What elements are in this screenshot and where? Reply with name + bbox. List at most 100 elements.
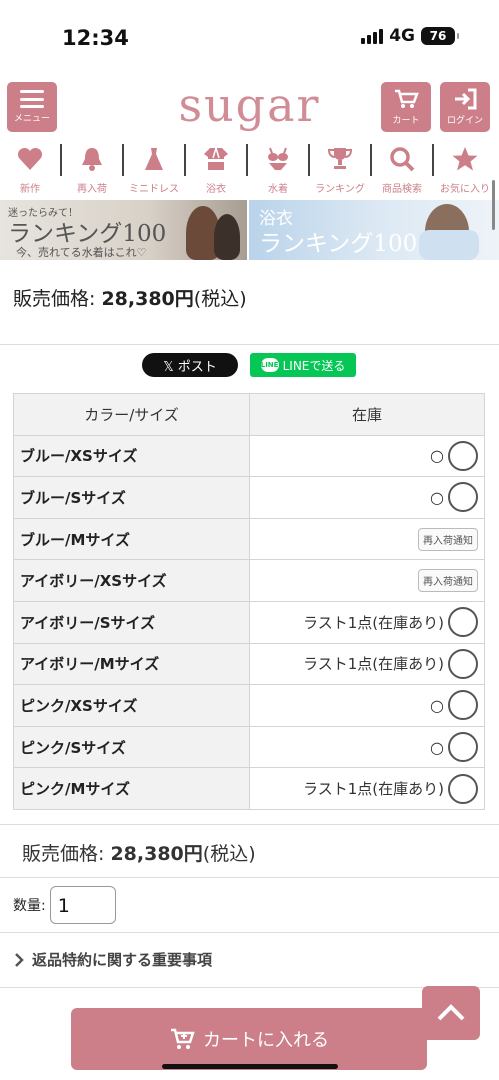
yukata-ranking-banner[interactable]: 浴衣 ランキング100 [249, 200, 499, 260]
select-variant-radio[interactable] [448, 732, 478, 763]
login-button[interactable]: ログイン [440, 82, 490, 132]
category-label: お気に入り [440, 184, 490, 194]
battery-icon: 76 [421, 27, 459, 45]
divider [0, 344, 499, 345]
category-ranking[interactable]: ランキング [310, 144, 372, 194]
stock-cell: ○ [249, 725, 485, 769]
line-icon: LINE [260, 358, 279, 372]
select-variant-radio[interactable] [448, 482, 478, 513]
category-label: 水着 [268, 184, 288, 194]
login-icon [455, 88, 477, 110]
category-minidress[interactable]: ミニドレス [124, 144, 186, 194]
quantity-label: 数量: [13, 897, 46, 914]
stock-cell: ○ [249, 684, 485, 727]
variant-name: ブルー/Mサイズ [13, 517, 250, 561]
category-restock[interactable]: 再入荷 [62, 144, 124, 194]
select-variant-radio[interactable] [448, 440, 478, 471]
table-row: ブルー/XSサイズ ○ [13, 434, 485, 478]
table-row: ピンク/XSサイズ ○ [13, 684, 485, 727]
category-nav: 新作 再入荷 ミニドレス 浴衣 水着 ランキング 商品検索 お気に入り [0, 144, 499, 194]
stock-status: ラスト1点(在庫あり) [303, 655, 444, 674]
stock-cell: ラスト1点(在庫あり) [249, 767, 485, 810]
category-favorites[interactable]: お気に入り [434, 144, 496, 194]
signal-icon [361, 28, 384, 44]
stock-cell: ○ [249, 434, 485, 478]
returns-policy-label: 返品特約に関する重要事項 [32, 951, 213, 970]
returns-policy-link[interactable]: 返品特約に関する重要事項 [0, 933, 499, 987]
stock-status: ○ [430, 737, 444, 757]
restock-notify-button[interactable]: 再入荷通知 [418, 569, 478, 593]
table-header-stock: 在庫 [249, 393, 485, 436]
category-new[interactable]: 新作 [0, 144, 62, 194]
network-type: 4G [389, 26, 415, 46]
price-bottom: 販売価格: 28,380円(税込) [0, 825, 499, 877]
price-tax: (税込) [193, 288, 247, 310]
banner-subtitle: 今、売れてる水着はこれ♡ [16, 246, 147, 259]
scroll-top-button[interactable] [422, 986, 480, 1040]
price-label: 販売価格: [22, 842, 105, 865]
swimsuit-ranking-banner[interactable]: 迷ったらみて！ ランキング100 今、売れてる水着はこれ♡ [0, 200, 247, 260]
price-label: 販売価格: [13, 288, 96, 310]
cart-label: カート [392, 116, 420, 126]
share-buttons: 𝕏 ポスト LINE LINEで送る [0, 353, 499, 393]
variant-name: ピンク/Mサイズ [13, 767, 250, 810]
select-variant-radio[interactable] [448, 690, 478, 721]
stock-status: ○ [430, 695, 444, 715]
variant-name: ブルー/Sサイズ [13, 476, 250, 519]
login-label: ログイン [446, 116, 483, 126]
swimsuit-icon [268, 147, 288, 170]
chevron-right-icon [15, 953, 24, 967]
search-icon [390, 147, 415, 172]
status-bar: 12:34 4G 76 [0, 0, 499, 72]
banner-title: ランキング100 [259, 231, 418, 257]
bell-icon [82, 148, 102, 171]
category-label: ランキング [315, 184, 365, 194]
status-time: 12:34 [62, 26, 129, 50]
stock-cell: ○ [249, 476, 485, 519]
stock-status: ラスト1点(在庫あり) [303, 780, 444, 799]
table-header-variant: カラー/サイズ [13, 393, 250, 436]
variant-name: アイボリー/Mサイズ [13, 642, 250, 686]
banner-row: 迷ったらみて！ ランキング100 今、売れてる水着はこれ♡ 浴衣 ランキング10… [0, 200, 499, 262]
stock-status: ○ [430, 487, 444, 507]
yukata-icon [204, 147, 228, 170]
stock-cell: 再入荷通知 [249, 517, 485, 561]
stock-cell: ラスト1点(在庫あり) [249, 642, 485, 686]
trophy-icon [327, 148, 353, 169]
star-icon [452, 147, 478, 171]
select-variant-radio[interactable] [448, 607, 478, 638]
model-image [214, 214, 240, 260]
stock-status: ラスト1点(在庫あり) [303, 613, 444, 632]
variant-name: ピンク/Sサイズ [13, 725, 250, 769]
stock-status: ○ [430, 446, 444, 466]
table-row: アイボリー/XSサイズ 再入荷通知 [13, 559, 485, 602]
category-swimsuit[interactable]: 水着 [248, 144, 310, 194]
scrollbar[interactable] [492, 180, 495, 230]
restock-notify-button[interactable]: 再入荷通知 [418, 527, 478, 551]
select-variant-radio[interactable] [448, 648, 478, 679]
line-share-label: LINEで送る [282, 358, 346, 373]
table-row: ピンク/Mサイズ ラスト1点(在庫あり) [13, 767, 485, 810]
chevron-up-icon [437, 1004, 465, 1021]
table-row: ブルー/Sサイズ ○ [13, 476, 485, 519]
variant-name: ブルー/XSサイズ [13, 434, 250, 478]
add-to-cart-button[interactable]: カートに入れる [71, 1008, 427, 1070]
quantity-input[interactable]: 1 [49, 885, 116, 924]
price-top: 販売価格: 28,380円(税込) [0, 262, 499, 344]
cart-button[interactable]: カート [381, 82, 431, 132]
line-share-button[interactable]: LINE LINEで送る [250, 353, 356, 377]
category-yukata[interactable]: 浴衣 [186, 144, 248, 194]
table-row: アイボリー/Mサイズ ラスト1点(在庫あり) [13, 642, 485, 686]
stock-cell: ラスト1点(在庫あり) [249, 600, 485, 644]
cart-icon [395, 89, 419, 108]
select-variant-radio[interactable] [448, 773, 478, 804]
category-search[interactable]: 商品検索 [372, 144, 434, 194]
price-amount: 28,380円 [101, 288, 194, 310]
table-row: アイボリー/Sサイズ ラスト1点(在庫あり) [13, 600, 485, 644]
category-label: 商品検索 [382, 184, 422, 194]
table-row: ブルー/Mサイズ 再入荷通知 [13, 517, 485, 561]
category-label: ミニドレス [129, 184, 179, 194]
model-image [419, 230, 479, 260]
x-post-button[interactable]: 𝕏 ポスト [142, 353, 238, 377]
dress-icon [145, 148, 163, 170]
